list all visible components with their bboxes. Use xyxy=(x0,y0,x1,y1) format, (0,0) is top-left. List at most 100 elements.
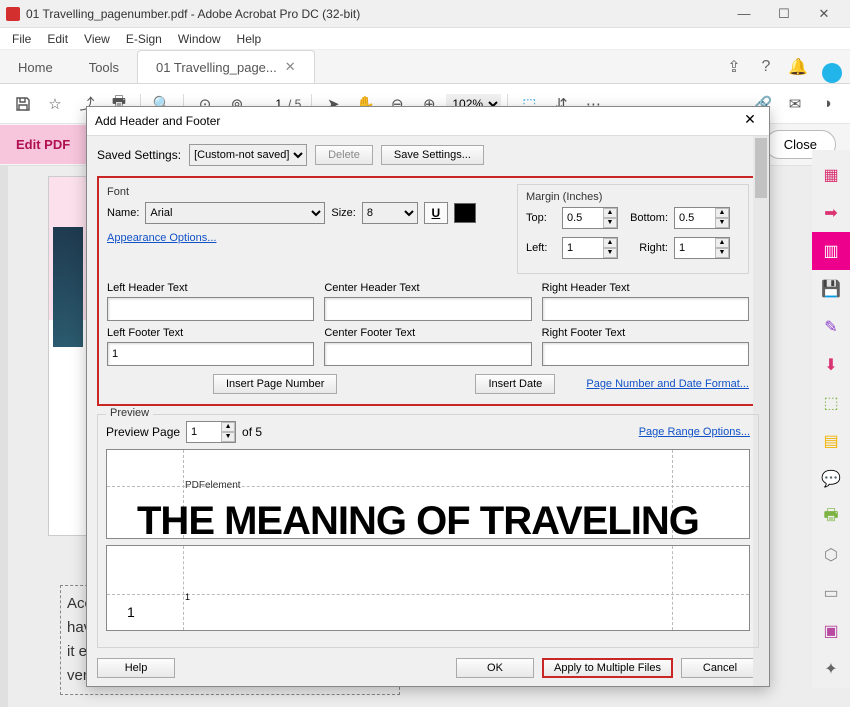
insert-date-button[interactable]: Insert Date xyxy=(475,374,555,394)
preview-header-box: PDFelement THE MEANING OF TRAVELING xyxy=(106,449,750,539)
preview-page-label: Preview Page xyxy=(106,425,180,439)
saved-settings-select[interactable]: [Custom-not saved] xyxy=(189,144,307,166)
tool-protect-icon[interactable]: ⬡ xyxy=(812,536,850,574)
spinner-down-icon[interactable]: ▼ xyxy=(221,432,235,442)
help-button[interactable]: Help xyxy=(97,658,175,678)
preview-watermark: PDFelement xyxy=(185,480,241,491)
menu-file[interactable]: File xyxy=(4,30,39,48)
tool-scan-icon[interactable]: 🖶 xyxy=(812,498,850,536)
tool-video-icon[interactable]: ▭ xyxy=(812,574,850,612)
center-footer-input[interactable] xyxy=(324,342,531,366)
spinner-down-icon[interactable]: ▼ xyxy=(603,218,617,228)
font-name-select[interactable]: Arial xyxy=(145,202,325,224)
center-footer-label: Center Footer Text xyxy=(324,327,531,339)
bell-icon[interactable]: 🔔 xyxy=(782,51,814,83)
insert-page-number-button[interactable]: Insert Page Number xyxy=(213,374,337,394)
preview-page-total: of 5 xyxy=(242,425,262,439)
saved-settings-label: Saved Settings: xyxy=(97,148,181,162)
center-header-input[interactable] xyxy=(324,297,531,321)
tool-more-icon[interactable]: ✦ xyxy=(812,650,850,688)
preview-footer-number: 1 xyxy=(127,604,135,620)
document-page[interactable] xyxy=(48,176,88,536)
preview-footer-box: 1 1 xyxy=(106,545,750,631)
margin-group: Margin (Inches) Top: ▲▼ Bottom: ▲▼ Left:… xyxy=(517,184,749,274)
spinner-up-icon[interactable]: ▲ xyxy=(221,422,235,432)
email-icon[interactable]: ✉ xyxy=(780,89,810,119)
delete-button[interactable]: Delete xyxy=(315,145,373,165)
margin-right-label: Right: xyxy=(624,242,668,254)
menu-esign[interactable]: E-Sign xyxy=(118,30,170,48)
spinner-up-icon[interactable]: ▲ xyxy=(715,238,729,248)
font-color-swatch[interactable] xyxy=(454,203,476,223)
titlebar: 01 Travelling_pagenumber.pdf - Adobe Acr… xyxy=(0,0,850,28)
font-group-label: Font xyxy=(107,186,507,198)
save-icon[interactable] xyxy=(8,89,38,119)
spinner-up-icon[interactable]: ▲ xyxy=(715,208,729,218)
spinner-down-icon[interactable]: ▼ xyxy=(603,248,617,258)
left-footer-input[interactable] xyxy=(107,342,314,366)
tool-redact-icon[interactable]: ▣ xyxy=(812,612,850,650)
account-icon[interactable]: ◑ xyxy=(812,89,842,119)
menubar: File Edit View E-Sign Window Help xyxy=(0,28,850,50)
font-group: Font Name: Arial Size: 8 U Appearance Op… xyxy=(107,184,507,274)
star-icon[interactable]: ☆ xyxy=(40,89,70,119)
menu-help[interactable]: Help xyxy=(229,30,270,48)
preview-headline: THE MEANING OF TRAVELING xyxy=(137,499,719,544)
left-header-input[interactable] xyxy=(107,297,314,321)
preview-group: Preview Preview Page ▲▼ of 5 Page Range … xyxy=(97,414,759,648)
spinner-down-icon[interactable]: ▼ xyxy=(715,248,729,258)
share-icon[interactable]: ⇪ xyxy=(718,51,750,83)
tab-document-label: 01 Travelling_page... xyxy=(156,60,277,75)
tab-home[interactable]: Home xyxy=(0,52,71,83)
cancel-button[interactable]: Cancel xyxy=(681,658,759,678)
profile-avatar[interactable] xyxy=(822,63,842,83)
center-header-label: Center Header Text xyxy=(324,282,531,294)
tool-export-icon[interactable]: ➡ xyxy=(812,194,850,232)
help-icon[interactable]: ? xyxy=(750,51,782,83)
dialog-titlebar: Add Header and Footer ✕ xyxy=(87,107,769,136)
font-size-select[interactable]: 8 xyxy=(362,202,418,224)
maximize-button[interactable]: ☐ xyxy=(764,0,804,28)
right-footer-label: Right Footer Text xyxy=(542,327,749,339)
minimize-button[interactable]: — xyxy=(724,0,764,28)
tool-create-icon[interactable]: ▦ xyxy=(812,156,850,194)
underline-button[interactable]: U xyxy=(424,202,448,224)
page-number-format-link[interactable]: Page Number and Date Format... xyxy=(586,378,749,390)
header-footer-dialog: Add Header and Footer ✕ Saved Settings: … xyxy=(86,106,770,687)
tool-edit-icon[interactable]: ▥ xyxy=(812,232,850,270)
spinner-down-icon[interactable]: ▼ xyxy=(715,218,729,228)
menu-window[interactable]: Window xyxy=(170,30,229,48)
tab-tools[interactable]: Tools xyxy=(71,52,137,83)
tool-save-icon[interactable]: 💾 xyxy=(812,270,850,308)
ok-button[interactable]: OK xyxy=(456,658,534,678)
appearance-options-link[interactable]: Appearance Options... xyxy=(107,232,216,244)
save-settings-button[interactable]: Save Settings... xyxy=(381,145,484,165)
dialog-close-icon[interactable]: ✕ xyxy=(739,111,761,131)
tool-combine-icon[interactable]: ▤ xyxy=(812,422,850,460)
preview-footer-small: 1 xyxy=(185,592,190,602)
tool-compress-icon[interactable]: ⬚ xyxy=(812,384,850,422)
tabbar: Home Tools 01 Travelling_page... ✕ ⇪ ? 🔔 xyxy=(0,50,850,84)
spinner-up-icon[interactable]: ▲ xyxy=(603,238,617,248)
menu-view[interactable]: View xyxy=(76,30,118,48)
menu-edit[interactable]: Edit xyxy=(39,30,76,48)
apply-multiple-button[interactable]: Apply to Multiple Files xyxy=(542,658,673,678)
tab-close-icon[interactable]: ✕ xyxy=(285,59,296,75)
right-header-input[interactable] xyxy=(542,297,749,321)
page-range-options-link[interactable]: Page Range Options... xyxy=(639,426,750,438)
tab-document[interactable]: 01 Travelling_page... ✕ xyxy=(137,50,315,83)
right-header-label: Right Header Text xyxy=(542,282,749,294)
spinner-up-icon[interactable]: ▲ xyxy=(603,208,617,218)
margin-top-label: Top: xyxy=(526,212,556,224)
preview-group-label: Preview xyxy=(106,407,153,419)
tool-sign-icon[interactable]: ✎ xyxy=(812,308,850,346)
margin-bottom-label: Bottom: xyxy=(624,212,668,224)
left-panel-strip[interactable] xyxy=(0,166,8,707)
margin-left-label: Left: xyxy=(526,242,556,254)
dialog-title: Add Header and Footer xyxy=(95,114,739,128)
acrobat-icon xyxy=(6,7,20,21)
close-window-button[interactable]: ✕ xyxy=(804,0,844,28)
tool-organize-icon[interactable]: ⬇ xyxy=(812,346,850,384)
right-footer-input[interactable] xyxy=(542,342,749,366)
tool-comment-icon[interactable]: 💬 xyxy=(812,460,850,498)
